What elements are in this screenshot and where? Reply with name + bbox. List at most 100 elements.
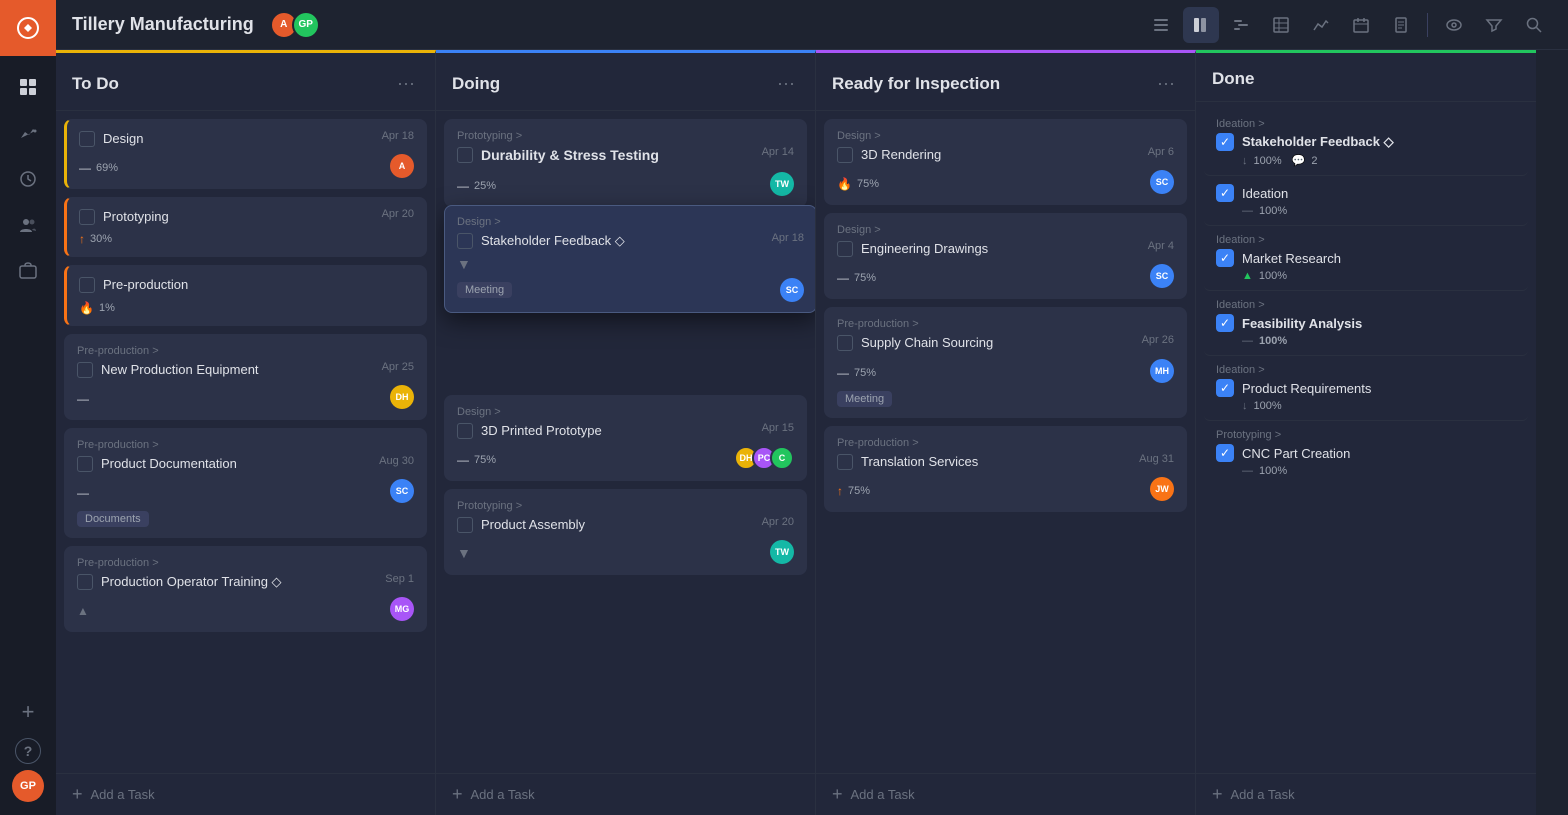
progress-icon: 🔥 bbox=[837, 177, 852, 191]
task-title: 3D Printed Prototype bbox=[481, 422, 754, 440]
done-checkbox[interactable]: ✓ bbox=[1216, 184, 1234, 202]
card-parent: Ideation > bbox=[1216, 118, 1516, 130]
help-nav[interactable]: ? bbox=[15, 738, 41, 764]
board-view-btn[interactable] bbox=[1183, 7, 1219, 43]
task-card[interactable]: Pre-production > Product Documentation A… bbox=[64, 428, 427, 538]
task-avatar: TW bbox=[770, 540, 794, 564]
task-title: Ideation bbox=[1242, 186, 1516, 201]
task-date: Apr 6 bbox=[1148, 146, 1174, 158]
inspection-header: Ready for Inspection ··· bbox=[816, 53, 1195, 111]
task-checkbox[interactable] bbox=[837, 454, 853, 470]
task-date: Apr 18 bbox=[382, 130, 414, 142]
card-parent: Prototyping > bbox=[457, 130, 794, 142]
home-nav[interactable] bbox=[8, 67, 48, 107]
task-checkbox[interactable] bbox=[79, 277, 95, 293]
task-checkbox[interactable] bbox=[77, 456, 93, 472]
expand-arrow[interactable]: ▼ bbox=[457, 545, 471, 561]
header: Tillery Manufacturing A GP bbox=[56, 0, 1568, 50]
table-view-btn[interactable] bbox=[1263, 7, 1299, 43]
task-card[interactable]: Pre-production > Translation Services Au… bbox=[824, 426, 1187, 512]
task-card[interactable]: Prototyping Apr 20 ↑ 30% bbox=[64, 197, 427, 257]
done-checkbox[interactable]: ✓ bbox=[1216, 379, 1234, 397]
done-task-card[interactable]: Ideation > ✓ Stakeholder Feedback ◇ ↓ 10… bbox=[1204, 110, 1528, 176]
analytics-nav[interactable] bbox=[8, 113, 48, 153]
doing-menu[interactable]: ··· bbox=[773, 69, 799, 98]
card-tag: Documents bbox=[77, 511, 149, 527]
task-card[interactable]: Design > Engineering Drawings Apr 4 — 75… bbox=[824, 213, 1187, 299]
doc-view-btn[interactable] bbox=[1383, 7, 1419, 43]
task-checkbox[interactable] bbox=[79, 131, 95, 147]
task-card[interactable]: Pre-production > New Production Equipmen… bbox=[64, 334, 427, 420]
task-date: Apr 14 bbox=[762, 146, 794, 158]
task-card[interactable]: Design > 3D Printed Prototype Apr 15 — 7… bbox=[444, 395, 807, 481]
watch-btn[interactable] bbox=[1436, 7, 1472, 43]
done-task-card[interactable]: Ideation > ✓ Market Research ▲ 100% bbox=[1204, 226, 1528, 291]
done-task-card[interactable]: ✓ Ideation — 100% bbox=[1204, 176, 1528, 226]
progress-icon: ↑ bbox=[837, 484, 843, 498]
task-card[interactable]: Pre-production > Supply Chain Sourcing A… bbox=[824, 307, 1187, 417]
done-checkbox[interactable]: ✓ bbox=[1216, 444, 1234, 462]
task-title: Stakeholder Feedback ◇ bbox=[1242, 134, 1516, 150]
task-title: Prototyping bbox=[103, 208, 374, 226]
task-card[interactable]: Prototyping > Durability & Stress Testin… bbox=[444, 119, 807, 207]
task-checkbox[interactable] bbox=[837, 241, 853, 257]
progress-icon: — bbox=[837, 366, 849, 380]
time-nav[interactable] bbox=[8, 159, 48, 199]
inspection-add-task[interactable]: + Add a Task bbox=[816, 773, 1195, 815]
filter-btn[interactable] bbox=[1476, 7, 1512, 43]
expand-arrow[interactable]: ▼ bbox=[457, 256, 804, 272]
timeline-view-btn[interactable] bbox=[1223, 7, 1259, 43]
task-avatar: JW bbox=[1150, 477, 1174, 501]
todo-add-task[interactable]: + Add a Task bbox=[56, 773, 435, 815]
inspection-cards: Design > 3D Rendering Apr 6 🔥 75% SC bbox=[816, 111, 1195, 773]
card-tag: Meeting bbox=[837, 391, 892, 407]
projects-nav[interactable] bbox=[8, 251, 48, 291]
task-card[interactable]: Design > 3D Rendering Apr 6 🔥 75% SC bbox=[824, 119, 1187, 205]
done-checkbox[interactable]: ✓ bbox=[1216, 249, 1234, 267]
search-btn[interactable] bbox=[1516, 7, 1552, 43]
done-add-task[interactable]: + Add a Task bbox=[1196, 773, 1536, 815]
task-checkbox[interactable] bbox=[837, 335, 853, 351]
list-view-btn[interactable] bbox=[1143, 7, 1179, 43]
add-nav[interactable]: + bbox=[8, 692, 48, 732]
calendar-view-btn[interactable] bbox=[1343, 7, 1379, 43]
task-checkbox[interactable] bbox=[457, 233, 473, 249]
task-checkbox[interactable] bbox=[77, 362, 93, 378]
people-nav[interactable] bbox=[8, 205, 48, 245]
stakeholder-feedback-floating[interactable]: Design > Stakeholder Feedback ◇ Apr 18 ▼… bbox=[444, 205, 815, 313]
task-checkbox[interactable] bbox=[837, 147, 853, 163]
avatar-2[interactable]: GP bbox=[292, 11, 320, 39]
doing-add-task[interactable]: + Add a Task bbox=[436, 773, 815, 815]
task-checkbox[interactable] bbox=[457, 423, 473, 439]
progress-icon: — bbox=[1242, 465, 1253, 477]
add-icon: + bbox=[832, 784, 843, 805]
card-parent: Ideation > bbox=[1216, 364, 1516, 376]
done-task-card[interactable]: Ideation > ✓ Product Requirements ↓ 100% bbox=[1204, 356, 1528, 421]
task-date: Apr 20 bbox=[762, 516, 794, 528]
done-task-card[interactable]: Prototyping > ✓ CNC Part Creation — 100% bbox=[1204, 421, 1528, 485]
done-checkbox[interactable]: ✓ bbox=[1216, 314, 1234, 332]
task-card[interactable]: Design Apr 18 — 69% A bbox=[64, 119, 427, 189]
done-checkbox[interactable]: ✓ bbox=[1216, 133, 1234, 151]
task-title: Production Operator Training ◇ bbox=[101, 573, 377, 591]
task-card[interactable]: Pre-production > Production Operator Tra… bbox=[64, 546, 427, 632]
card-parent: Prototyping > bbox=[1216, 429, 1516, 441]
task-checkbox[interactable] bbox=[457, 517, 473, 533]
progress-value: 75% bbox=[854, 272, 876, 284]
task-checkbox[interactable] bbox=[457, 147, 473, 163]
inspection-column: Ready for Inspection ··· Design > 3D Ren… bbox=[816, 50, 1196, 815]
task-date: Apr 20 bbox=[382, 208, 414, 220]
done-task-card[interactable]: Ideation > ✓ Feasibility Analysis — 100% bbox=[1204, 291, 1528, 356]
add-task-label: Add a Task bbox=[851, 787, 915, 802]
task-card[interactable]: Prototyping > Product Assembly Apr 20 ▼ … bbox=[444, 489, 807, 575]
task-checkbox[interactable] bbox=[79, 209, 95, 225]
add-task-label: Add a Task bbox=[471, 787, 535, 802]
todo-menu[interactable]: ··· bbox=[393, 69, 419, 98]
inspection-menu[interactable]: ··· bbox=[1153, 69, 1179, 98]
user-avatar[interactable]: GP bbox=[12, 770, 44, 802]
chart-view-btn[interactable] bbox=[1303, 7, 1339, 43]
task-checkbox[interactable] bbox=[77, 574, 93, 590]
app-logo[interactable] bbox=[0, 0, 56, 56]
progress-value: 25% bbox=[474, 180, 496, 192]
task-card[interactable]: Pre-production 🔥 1% bbox=[64, 265, 427, 325]
